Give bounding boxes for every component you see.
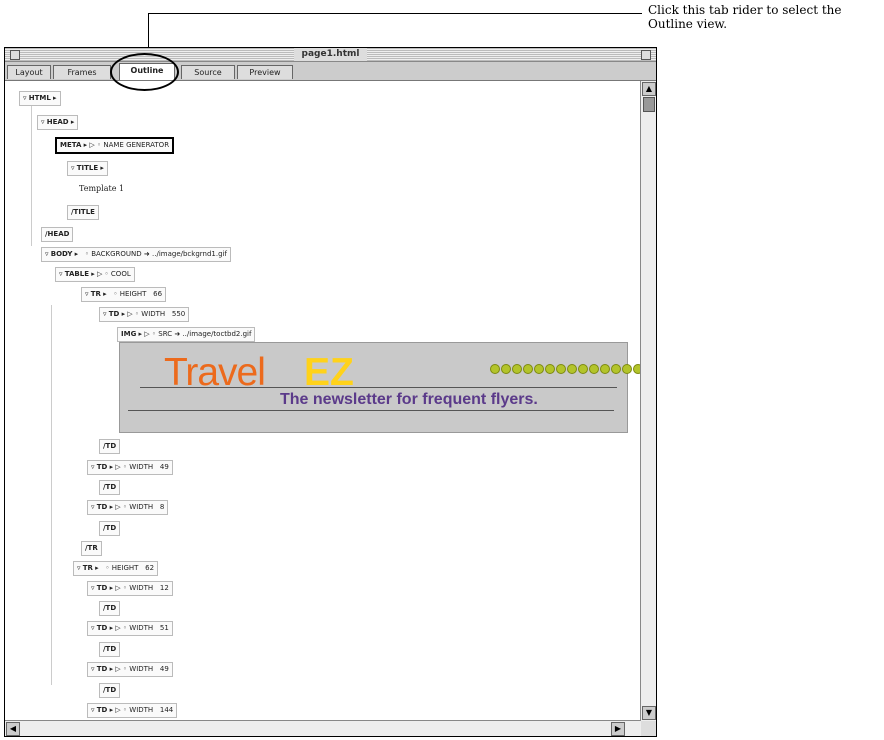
node-td-close[interactable]: /TD <box>99 480 121 495</box>
node-head[interactable]: ▿ HEAD ▸ <box>37 115 79 130</box>
node-td-4[interactable]: ▿ TD ▸ ▷ ◦ WIDTH 12 <box>87 581 173 596</box>
node-title-close[interactable]: /TITLE <box>67 205 99 220</box>
node-td-6[interactable]: ▿ TD ▸ ▷ ◦ WIDTH 49 <box>87 662 173 677</box>
zoom-box-icon[interactable] <box>641 50 651 60</box>
node-html[interactable]: ▿ HTML ▸ <box>19 91 61 106</box>
node-td-close[interactable]: /TD <box>99 601 121 616</box>
window-title: page1.html <box>293 48 368 61</box>
banner-ez-text: EZ <box>304 351 354 394</box>
node-body[interactable]: ▿ BODY ▸ ◦ BACKGROUND ➜ ../image/bckgrnd… <box>41 247 231 262</box>
banner-dots-decoration <box>490 364 641 374</box>
callout-leader-line <box>148 13 642 14</box>
scroll-up-arrow-icon[interactable]: ▲ <box>642 82 656 96</box>
editor-window: page1.html Layout Frames Outline Source … <box>4 47 657 737</box>
node-meta[interactable]: META ▸ ▷ ◦ NAME GENERATOR <box>55 137 175 154</box>
node-img[interactable]: IMG ▸ ▷ ◦ SRC ➜ ../image/toctbd2.gif <box>117 327 256 342</box>
tab-source[interactable]: Source <box>181 65 235 79</box>
node-td-close[interactable]: /TD <box>99 439 121 454</box>
node-head-close[interactable]: /HEAD <box>41 227 74 242</box>
node-title[interactable]: ▿ TITLE ▸ <box>67 161 108 176</box>
node-tr-1[interactable]: ▿ TR ▸ ◦ HEIGHT 66 <box>81 287 167 302</box>
node-td-close[interactable]: /TD <box>99 683 121 698</box>
title-bar[interactable]: page1.html <box>5 48 656 62</box>
horizontal-scrollbar[interactable]: ◀ ▶ <box>5 720 641 736</box>
node-td-close[interactable]: /TD <box>99 642 121 657</box>
scroll-right-arrow-icon[interactable]: ▶ <box>611 722 625 736</box>
node-td-1[interactable]: ▿ TD ▸ ▷ ◦ WIDTH 550 <box>99 307 190 322</box>
image-preview-banner[interactable]: Travel EZ The newsletter for frequent fl… <box>119 342 641 433</box>
title-text: Template 1 <box>79 184 125 193</box>
scroll-thumb[interactable] <box>643 97 655 112</box>
outline-view: ▿ HTML ▸ ▿ HEAD ▸ META ▸ ▷ ◦ NAME GENERA… <box>5 81 641 721</box>
banner-rule <box>140 387 617 388</box>
view-tabs: Layout Frames Outline Source Preview <box>5 62 656 81</box>
close-box-icon[interactable] <box>10 50 20 60</box>
callout-highlight-oval <box>110 53 179 91</box>
node-table[interactable]: ▿ TABLE ▸ ▷ ◦ COOL <box>55 267 135 282</box>
tab-frames[interactable]: Frames <box>53 65 111 79</box>
node-td-5[interactable]: ▿ TD ▸ ▷ ◦ WIDTH 51 <box>87 621 173 636</box>
node-td-2[interactable]: ▿ TD ▸ ▷ ◦ WIDTH 49 <box>87 460 173 475</box>
banner-rule-bottom <box>128 410 614 411</box>
vertical-scrollbar[interactable]: ▲ ▼ <box>640 81 656 721</box>
scroll-down-arrow-icon[interactable]: ▼ <box>642 706 656 720</box>
tab-preview[interactable]: Preview <box>237 65 293 79</box>
tree-guide <box>51 305 52 685</box>
node-td-close[interactable]: /TD <box>99 521 121 536</box>
node-tr-2[interactable]: ▿ TR ▸ ◦ HEIGHT 62 <box>73 561 159 576</box>
tab-layout[interactable]: Layout <box>7 65 51 79</box>
scroll-left-arrow-icon[interactable]: ◀ <box>6 722 20 736</box>
callout-text: Click this tab rider to select the Outli… <box>648 3 842 31</box>
node-td-7[interactable]: ▿ TD ▸ ▷ ◦ WIDTH 144 <box>87 703 178 718</box>
banner-travel-text: Travel <box>164 351 266 394</box>
node-tr-close[interactable]: /TR <box>81 541 102 556</box>
node-td-3[interactable]: ▿ TD ▸ ▷ ◦ WIDTH 8 <box>87 500 169 515</box>
tree-guide <box>31 106 32 246</box>
banner-slogan: The newsletter for frequent flyers. <box>280 391 538 408</box>
